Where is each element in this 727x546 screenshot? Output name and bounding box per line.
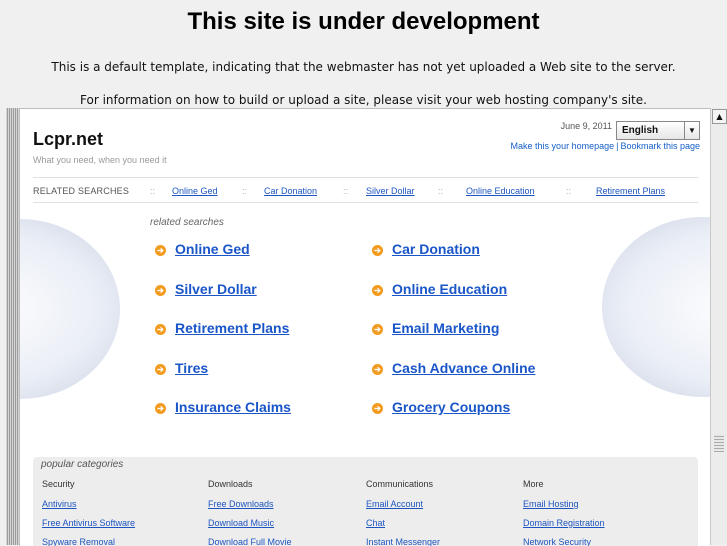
arrow-right-icon: ➔ — [155, 324, 166, 335]
make-homepage-link[interactable]: Make this your homepage — [511, 141, 615, 151]
category-link[interactable]: Domain Registration — [523, 518, 605, 537]
decorative-sphere-right — [602, 217, 710, 397]
category-column: Security Antivirus Free Antivirus Softwa… — [42, 479, 135, 546]
related-search-link[interactable]: Insurance Claims — [175, 399, 291, 415]
arrow-right-icon: ➔ — [155, 245, 166, 256]
bar-link[interactable]: Online Ged — [172, 186, 218, 196]
chevron-down-icon[interactable]: ▼ — [684, 122, 699, 139]
category-column: More Email Hosting Domain Registration N… — [523, 479, 605, 546]
bar-link[interactable]: Car Donation — [264, 186, 317, 196]
homepage-links: Make this your homepage | Bookmark this pa… — [510, 141, 700, 151]
arrow-right-icon: ➔ — [372, 245, 383, 256]
related-search-link[interactable]: Retirement Plans — [175, 320, 289, 336]
related-search-link[interactable]: Silver Dollar — [175, 281, 257, 297]
language-select-value: English — [622, 125, 659, 136]
arrow-right-icon: ➔ — [372, 324, 383, 335]
arrow-right-icon: ➔ — [372, 403, 383, 414]
arrow-right-icon: ➔ — [155, 403, 166, 414]
bar-separator: :: — [150, 186, 156, 196]
related-search-link[interactable]: Grocery Coupons — [392, 399, 510, 415]
popular-categories-panel: popular categories Security Antivirus Fr… — [33, 457, 698, 546]
info-text-default-template: This is a default template, indicating t… — [51, 60, 676, 74]
category-column: Downloads Free Downloads Download Music … — [208, 479, 292, 546]
related-searches-bar-label: RELATED SEARCHES — [33, 186, 130, 196]
vertical-scrollbar[interactable]: ▲ — [710, 108, 727, 545]
category-heading: Downloads — [208, 479, 253, 489]
related-search-link[interactable]: Online Education — [392, 281, 507, 297]
category-column: Communications Email Account Chat Instan… — [366, 479, 440, 546]
language-select[interactable]: English ▼ — [616, 121, 700, 140]
related-search-link[interactable]: Cash Advance Online — [392, 360, 535, 376]
page-title: This site is under development — [187, 8, 540, 35]
bookmark-link[interactable]: Bookmark this page — [620, 141, 700, 151]
decorative-sphere-left — [20, 219, 120, 399]
arrow-right-icon: ➔ — [155, 364, 166, 375]
bar-link[interactable]: Online Education — [466, 186, 535, 196]
info-text-hosting: For information on how to build or uploa… — [80, 93, 647, 107]
frame-left-edge — [6, 108, 19, 545]
related-searches-heading: related searches — [150, 217, 224, 228]
related-search-link[interactable]: Car Donation — [392, 241, 480, 257]
category-heading: More — [523, 479, 544, 489]
bar-separator: :: — [343, 186, 349, 196]
category-heading: Security — [42, 479, 75, 489]
category-link[interactable]: Free Downloads — [208, 499, 292, 518]
bar-link[interactable]: Retirement Plans — [596, 186, 665, 196]
related-search-link[interactable]: Online Ged — [175, 241, 250, 257]
category-link[interactable]: Antivirus — [42, 499, 135, 518]
arrow-right-icon: ➔ — [372, 364, 383, 375]
bar-separator: :: — [566, 186, 572, 196]
arrow-right-icon: ➔ — [155, 285, 166, 296]
arrow-right-icon: ➔ — [372, 285, 383, 296]
popular-categories-title: popular categories — [41, 459, 124, 470]
date-label: June 9, 2011 — [560, 121, 612, 131]
category-link[interactable]: Download Music — [208, 518, 292, 537]
bar-separator: :: — [242, 186, 248, 196]
category-link[interactable]: Email Hosting — [523, 499, 605, 518]
category-link[interactable]: Free Antivirus Software — [42, 518, 135, 537]
bar-link[interactable]: Silver Dollar — [366, 186, 415, 196]
scroll-up-arrow-icon[interactable]: ▲ — [712, 109, 727, 124]
category-link[interactable]: Email Account — [366, 499, 440, 518]
bar-separator: :: — [438, 186, 444, 196]
embedded-parked-page: Lcpr.net What you need, when you need it… — [19, 108, 710, 546]
category-heading: Communications — [366, 479, 434, 489]
related-searches-bar: RELATED SEARCHES :: Online Ged :: Car Do… — [33, 177, 698, 203]
site-logo[interactable]: Lcpr.net — [33, 129, 103, 150]
related-search-link[interactable]: Email Marketing — [392, 320, 499, 336]
related-search-link[interactable]: Tires — [175, 360, 208, 376]
category-link[interactable]: Chat — [366, 518, 440, 537]
site-tagline: What you need, when you need it — [33, 155, 167, 165]
scrollbar-grip[interactable] — [714, 434, 724, 452]
